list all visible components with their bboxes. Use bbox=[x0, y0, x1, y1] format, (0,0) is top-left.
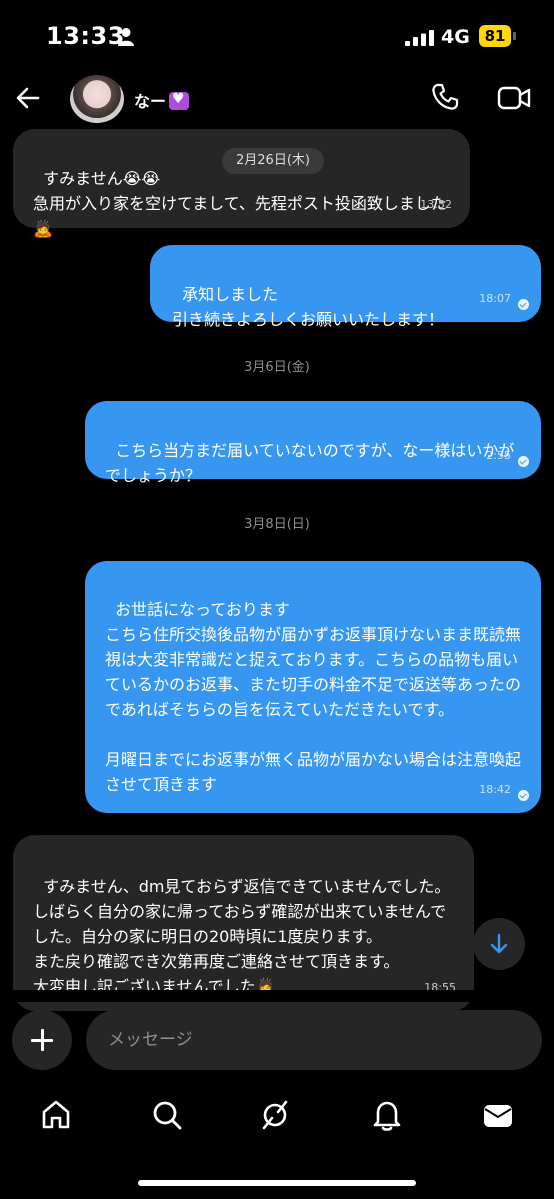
add-attachment-button[interactable] bbox=[12, 1010, 72, 1070]
clock: 13:33 bbox=[46, 22, 125, 50]
floating-date-label: 2月26日(木) bbox=[222, 148, 324, 174]
message-input[interactable] bbox=[86, 1010, 542, 1070]
status-bar: 13:33 4G 81 bbox=[0, 0, 554, 72]
explore-icon[interactable] bbox=[258, 1098, 292, 1132]
contact-name-text: なー bbox=[134, 92, 167, 111]
read-check-icon bbox=[518, 299, 529, 310]
read-check-icon bbox=[518, 456, 529, 467]
inbox-icon[interactable] bbox=[481, 1098, 515, 1132]
message-incoming[interactable]: すみません、dm見ておらず返信できていませんでした。 しばらく自分の家に帰ってお… bbox=[13, 835, 474, 1011]
network-label: 4G bbox=[441, 26, 470, 48]
battery-level: 81 bbox=[479, 25, 511, 47]
back-arrow-icon[interactable] bbox=[14, 84, 42, 112]
message-time: 2:55 bbox=[486, 449, 511, 462]
message-text: すみません😭😭 急用が入り家を空けてまして、先程ポスト投函致しました🙇 bbox=[33, 169, 447, 238]
read-check-icon bbox=[518, 790, 529, 801]
message-text: お世話になっております こちら住所交換後品物が届かずお返事頂けないまま既読無視は… bbox=[105, 600, 522, 794]
video-call-icon[interactable] bbox=[497, 85, 531, 111]
message-text: すみません、dm見ておらず返信できていませんでした。 しばらく自分の家に帰ってお… bbox=[33, 877, 451, 996]
contact-name[interactable]: なー bbox=[134, 88, 190, 112]
chat-header: なー bbox=[0, 72, 554, 128]
home-icon[interactable] bbox=[39, 1098, 73, 1132]
message-outgoing[interactable]: お世話になっております こちら住所交換後品物が届かずお返事頂けないまま既読無視は… bbox=[85, 561, 541, 813]
person-icon bbox=[118, 28, 134, 46]
message-time: 13:52 bbox=[420, 198, 452, 211]
signal-icon bbox=[405, 30, 434, 46]
purple-heart-icon bbox=[169, 91, 190, 110]
message-outgoing[interactable]: こちら当方まだ届いていないのですが、なー様はいかがでしょうか？ 2:55 bbox=[85, 401, 541, 485]
date-separator: 3月8日(日) bbox=[244, 517, 310, 532]
scroll-to-bottom-button[interactable] bbox=[473, 918, 525, 970]
avatar[interactable] bbox=[70, 75, 124, 123]
arrow-down-icon bbox=[490, 933, 508, 954]
message-outgoing[interactable]: 承知しました 引き続きよろしくお願いいたします！ 18:07 bbox=[150, 245, 541, 329]
battery-icon: 81 bbox=[479, 25, 517, 47]
composer-backdrop bbox=[0, 990, 554, 1002]
search-icon[interactable] bbox=[150, 1098, 184, 1132]
phone-icon[interactable] bbox=[430, 82, 460, 112]
message-text: こちら当方まだ届いていないのですが、なー様はいかがでしょうか？ bbox=[105, 441, 515, 485]
message-incoming[interactable]: すみません😭😭 急用が入り家を空けてまして、先程ポスト投函致しました🙇 13:5… bbox=[13, 129, 470, 238]
home-indicator bbox=[138, 1180, 416, 1186]
message-text: 承知しました 引き続きよろしくお願いいたします！ bbox=[172, 285, 445, 329]
message-time: 18:42 bbox=[479, 783, 511, 796]
date-separator: 3月6日(金) bbox=[244, 360, 310, 375]
notifications-icon[interactable] bbox=[370, 1098, 404, 1132]
message-time: 18:07 bbox=[479, 292, 511, 305]
